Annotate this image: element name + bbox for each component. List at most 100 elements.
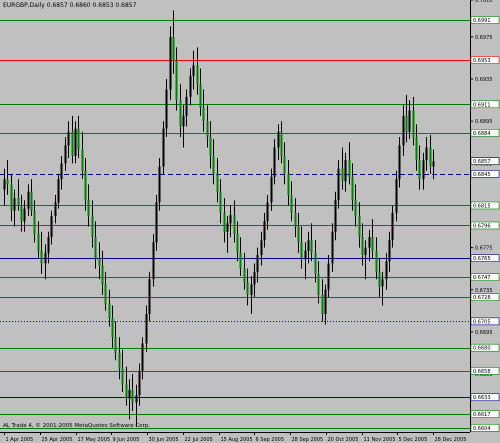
candle-body [229, 214, 232, 224]
candle-body [395, 179, 398, 213]
time-tick-label: 9 Jun 2005 [113, 437, 140, 443]
candle-body [233, 214, 236, 234]
candle-body [371, 237, 374, 251]
candle-body [185, 96, 188, 116]
candle-body [415, 136, 418, 161]
candle-body [189, 75, 192, 97]
candle-body [334, 200, 337, 232]
candle-body [121, 368, 124, 385]
candle-body [145, 313, 148, 344]
candle-body [182, 115, 185, 127]
candle-body [40, 250, 43, 264]
candle-body [216, 173, 219, 192]
candle-body [212, 155, 215, 174]
level-price-label: 0.6845 [473, 172, 491, 178]
price-tick-label: 0.6895 [475, 119, 493, 125]
candle-body [179, 100, 182, 127]
candle-body [114, 337, 117, 353]
candle-body [304, 250, 307, 259]
candle-body [287, 173, 290, 195]
price-tick-label: 0.6695 [475, 330, 493, 336]
candle-body [398, 145, 401, 180]
candle-body [162, 128, 165, 167]
candle-body [81, 149, 84, 171]
candle-body [67, 131, 70, 146]
candle-body [6, 179, 9, 185]
level-price-label: 0.6953 [473, 58, 491, 64]
level-price-label: 0.6728 [473, 295, 491, 301]
level-price-label: 0.6658 [473, 369, 491, 375]
candle-body [152, 242, 155, 280]
candle-body [128, 389, 131, 399]
price-chart[interactable]: 0.70100.69750.69350.68950.68550.68150.67… [0, 0, 500, 443]
candle-body [141, 343, 144, 371]
candle-body [402, 115, 405, 146]
candle-body [54, 202, 57, 216]
candle-body [300, 242, 303, 259]
candle-body [358, 216, 361, 238]
candle-body [273, 147, 276, 178]
candle-body [418, 160, 421, 180]
current-price-label: 0.6857 [473, 159, 491, 165]
time-tick-label: 17 May 2005 [78, 437, 111, 443]
candle-body [317, 273, 320, 296]
level-price-label: 0.6633 [473, 395, 491, 401]
candle-body [375, 250, 378, 272]
candle-body [364, 247, 367, 255]
candle-body [135, 395, 138, 403]
level-price-label: 0.6815 [473, 203, 491, 209]
candle-body [307, 240, 310, 251]
price-tick-label: 0.7010 [475, 0, 493, 4]
candle-body [270, 177, 273, 203]
candle-body [219, 191, 222, 213]
candle-body [341, 168, 344, 182]
candle-body [202, 107, 205, 122]
chart-window[interactable]: 0.70100.69750.69350.68950.68550.68150.67… [0, 0, 500, 443]
candle-body [263, 221, 266, 241]
candle-body [348, 160, 351, 178]
candle-body [381, 279, 384, 287]
candle-body [71, 131, 74, 156]
candle-body [429, 147, 432, 167]
time-axis: 1 Apr 2005 25 Apr 2005 17 May 2005 9 Jun 20… [0, 432, 470, 443]
copyright-text: AL Trade 4, © 2001-2005 MetaQuotes Softw… [3, 422, 150, 429]
level-price-label: 0.6617 [473, 412, 491, 418]
candle-body [223, 212, 226, 232]
candle-body [243, 268, 246, 283]
candle-body [175, 61, 178, 101]
level-price-label: 0.6991 [473, 18, 491, 24]
candle-body [196, 65, 199, 85]
price-axis: 0.70100.69750.69350.68950.68550.68150.67… [470, 0, 500, 432]
candle-body [246, 282, 249, 296]
candle-body [3, 179, 6, 190]
candle-body [354, 200, 357, 216]
candle-body [44, 252, 47, 264]
candle-body [378, 271, 381, 287]
candle-body [60, 163, 63, 180]
candle-body [294, 212, 297, 227]
candle-body [331, 231, 334, 264]
candle-body [20, 205, 23, 222]
level-price-label: 0.6705 [473, 319, 491, 325]
candle-body [10, 184, 13, 211]
candle-body [148, 279, 151, 314]
time-tick-label: 28 Sep 2005 [292, 437, 324, 443]
candle-body [361, 237, 364, 255]
candle-body [327, 263, 330, 290]
level-price-label: 0.6765 [473, 256, 491, 262]
time-tick-label: 20 Oct 2005 [328, 437, 359, 443]
candle-body [13, 198, 16, 211]
candle-body [125, 384, 128, 399]
chart-title: EURGBP,Daily 0.6857 0.6860 0.6853 0.6857 [3, 2, 137, 9]
candle-body [425, 147, 428, 161]
candle-body [266, 202, 269, 222]
candle-body [30, 191, 33, 211]
candle-body [158, 166, 161, 203]
time-tick-label: 22 Jul 2005 [185, 437, 213, 443]
candle-body [206, 121, 209, 137]
candle-body [104, 284, 107, 304]
time-tick-label: 11 Nov 2005 [364, 437, 396, 443]
candle-body [169, 36, 172, 90]
candle-body [239, 252, 242, 269]
candle-body [314, 252, 317, 274]
